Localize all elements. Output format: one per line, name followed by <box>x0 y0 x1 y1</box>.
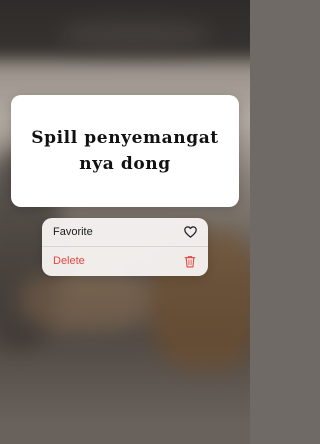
post-preview-card[interactable]: Spill penyemangat nya dong <box>11 95 239 207</box>
post-text: Spill penyemangat nya dong <box>31 128 219 174</box>
favorite-label: Favorite <box>53 226 93 238</box>
context-menu: Favorite Delete <box>42 218 208 276</box>
favorite-menu-item[interactable]: Favorite <box>42 218 208 246</box>
delete-label: Delete <box>53 255 85 267</box>
delete-menu-item[interactable]: Delete <box>42 247 208 275</box>
heart-icon <box>183 225 197 239</box>
trash-icon <box>183 254 197 268</box>
